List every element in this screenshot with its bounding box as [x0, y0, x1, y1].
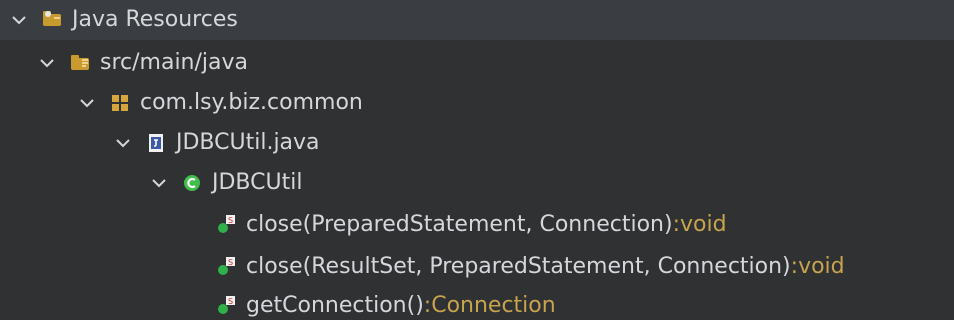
tree-item-method-close-2[interactable]: S close(ResultSet, PreparedStatement, Co… — [214, 247, 845, 287]
method-signature: close(PreparedStatement, Connection) — [246, 212, 673, 237]
chevron-down-icon[interactable] — [38, 54, 56, 72]
method-signature: close(ResultSet, PreparedStatement, Conn… — [246, 254, 791, 279]
static-method-icon: S — [214, 213, 238, 237]
tree-item-package[interactable]: com.lsy.biz.common — [78, 83, 363, 123]
tree-item-label: JDBCUtil — [212, 170, 303, 195]
tree-item-src-main-java[interactable]: src/main/java — [38, 43, 248, 83]
java-resources-icon — [40, 8, 64, 32]
type-separator: : — [790, 254, 799, 279]
project-explorer-tree: Java Resources src/main/java com.lsy.biz… — [0, 0, 954, 320]
class-icon — [180, 171, 204, 195]
svg-text:S: S — [228, 258, 233, 267]
return-type: Connection — [431, 293, 556, 318]
tree-item-label: com.lsy.biz.common — [140, 90, 363, 115]
static-method-icon: S — [214, 255, 238, 279]
svg-text:S: S — [228, 216, 233, 225]
tree-item-method-close-1[interactable]: S close(PreparedStatement, Connection) :… — [214, 205, 727, 245]
chevron-down-icon[interactable] — [150, 174, 168, 192]
tree-item-method-get-connection[interactable]: S getConnection() : Connection — [214, 286, 556, 320]
tree-item-java-resources[interactable]: Java Resources — [10, 0, 238, 40]
tree-item-label: Java Resources — [72, 7, 238, 32]
tree-item-class[interactable]: JDBCUtil — [150, 163, 302, 203]
chevron-down-icon[interactable] — [78, 94, 96, 112]
tree-item-label: JDBCUtil.java — [176, 130, 320, 155]
tree-item-java-file[interactable]: JDBCUtil.java — [114, 123, 320, 163]
chevron-down-icon[interactable] — [10, 11, 28, 29]
chevron-down-icon[interactable] — [114, 134, 132, 152]
java-file-icon — [144, 131, 168, 155]
type-separator: : — [672, 212, 680, 237]
package-icon — [108, 91, 132, 115]
static-method-icon: S — [214, 294, 238, 318]
return-type: void — [798, 254, 845, 279]
tree-item-label: src/main/java — [100, 50, 249, 75]
method-signature: getConnection() — [246, 293, 424, 318]
return-type: void — [679, 212, 727, 237]
source-folder-icon — [68, 51, 92, 75]
type-separator: : — [423, 293, 432, 318]
svg-text:S: S — [228, 297, 233, 306]
